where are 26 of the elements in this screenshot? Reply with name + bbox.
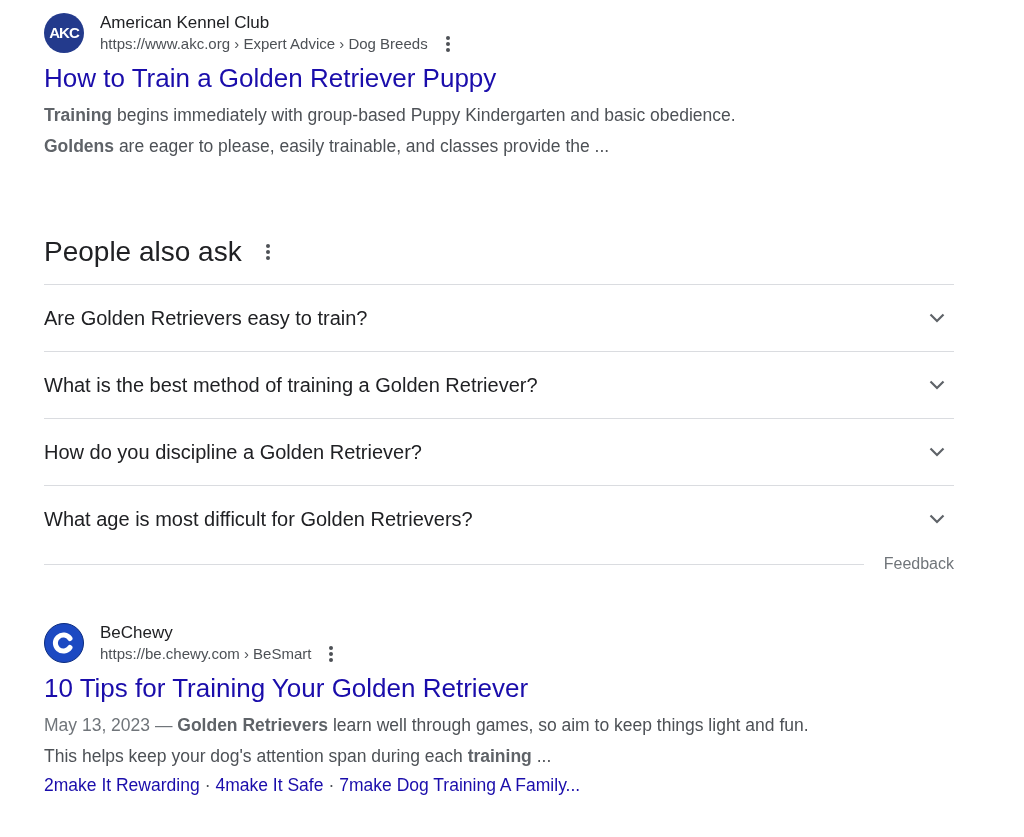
- result-title[interactable]: How to Train a Golden Retriever Puppy: [44, 62, 497, 94]
- site-logo-icon: [44, 623, 84, 663]
- site-name: BeChewy: [100, 622, 174, 644]
- sitelink[interactable]: 2make It Rewarding: [44, 772, 200, 799]
- question-row[interactable]: What age is most difficult for Golden Retrievers?: [44, 485, 954, 552]
- feedback-link[interactable]: Feedback: [883, 552, 954, 576]
- sitelink[interactable]: 7make Dog Training A Family...: [339, 772, 581, 799]
- question-row[interactable]: What is the best method of training a Golden Retriever?: [44, 351, 954, 418]
- more-options-icon[interactable]: [329, 646, 334, 662]
- separator: ·: [204, 774, 211, 797]
- site-name: American Kennel Club: [100, 12, 271, 34]
- question-row[interactable]: How do you discipline a Golden Retriever?: [44, 418, 954, 485]
- site-url: https://www.akc.org › Expert Advice › Dog Breeds: [100, 34, 428, 54]
- result-title[interactable]: 10 Tips for Training Your Golden Retriever: [44, 672, 529, 704]
- snippet-text: May 13, 2023 — Golden Retrievers learn well through games, so aim to keep things light and fun.: [44, 714, 810, 737]
- section-heading: People also ask: [44, 235, 242, 269]
- question-row[interactable]: Are Golden Retrievers easy to train?: [44, 284, 954, 351]
- more-options-icon[interactable]: [265, 244, 270, 260]
- snippet-text: This helps keep your dog's attention span during each training ...: [44, 745, 553, 768]
- separator: ·: [328, 774, 335, 797]
- site-url: https://be.chewy.com › BeSmart: [100, 644, 312, 664]
- site-logo: AKC: [44, 13, 84, 53]
- snippet-text: Goldens are eager to please, easily trainable, and classes provide the ...: [44, 135, 611, 158]
- snippet-text: Training begins immediately with group-based Puppy Kindergarten and basic obedience.: [44, 104, 737, 127]
- more-options-icon[interactable]: [445, 36, 450, 52]
- sitelink[interactable]: 4make It Safe: [215, 772, 324, 799]
